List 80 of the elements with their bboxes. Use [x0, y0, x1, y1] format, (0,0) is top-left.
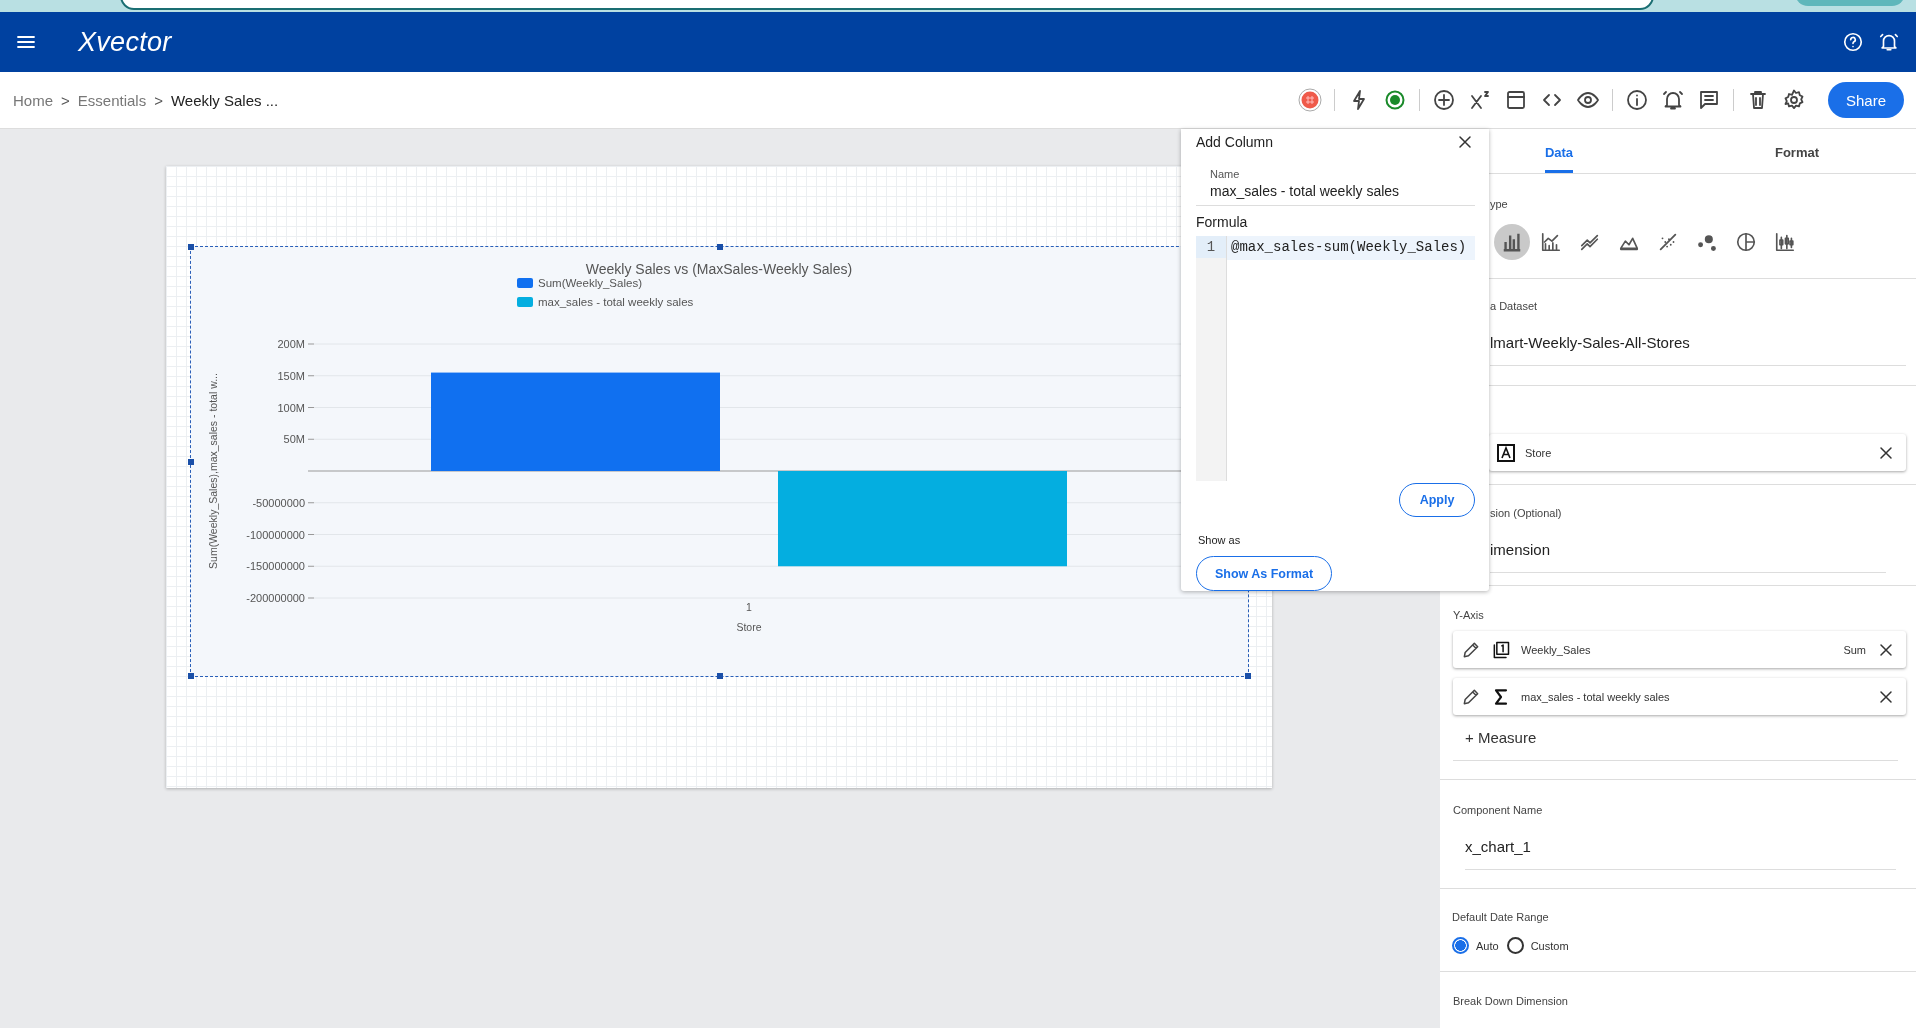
- tick-label: -50000000: [252, 496, 305, 509]
- comment-icon[interactable]: [1697, 88, 1721, 112]
- status-icon[interactable]: [1383, 88, 1407, 112]
- bar-chart-icon: [1501, 231, 1523, 253]
- breadcrumb-separator: >: [61, 91, 70, 109]
- legend-label[interactable]: max_sales - total weekly sales: [538, 296, 694, 308]
- text-type-icon: [1497, 443, 1515, 462]
- resize-handle[interactable]: [188, 458, 194, 465]
- formula-label: Formula: [1196, 214, 1249, 230]
- tick-label: -150000000: [246, 560, 305, 573]
- legend-swatch: [517, 297, 533, 307]
- legend-swatch: [517, 278, 533, 288]
- measure-chip[interactable]: max_sales - total weekly sales: [1453, 678, 1906, 715]
- add-icon[interactable]: [1432, 88, 1456, 112]
- section-label: sion (Optional): [1490, 507, 1563, 519]
- section-label: ype: [1490, 198, 1509, 210]
- scatter-chart-icon: [1657, 231, 1679, 253]
- resize-handle[interactable]: [716, 244, 723, 250]
- resize-handle[interactable]: [188, 244, 194, 250]
- tick-label: -100000000: [246, 528, 305, 541]
- x-tick-label: 1: [746, 601, 752, 613]
- section-label: Default Date Range: [1452, 911, 1550, 923]
- section-label: Y-Axis: [1453, 609, 1485, 621]
- info-icon[interactable]: [1625, 88, 1649, 112]
- legend-label[interactable]: Sum(Weekly_Sales): [538, 277, 642, 289]
- radio-button[interactable]: [1506, 937, 1524, 954]
- radio-button[interactable]: [1452, 937, 1469, 954]
- field-label: Name: [1210, 168, 1241, 180]
- section-label: Break Down Dimension: [1453, 995, 1569, 1007]
- breadcrumb-link[interactable]: Weekly Sales ...: [170, 91, 279, 109]
- dimension-field[interactable]: imension: [1490, 541, 1886, 573]
- app-logo[interactable]: Xvector: [78, 26, 172, 58]
- settings-icon[interactable]: [1782, 88, 1806, 112]
- breadcrumb-link[interactable]: Essentials: [77, 91, 147, 109]
- dialog-title: Add Column: [1196, 134, 1274, 150]
- resize-handle[interactable]: [716, 673, 723, 679]
- window-icon[interactable]: [1504, 88, 1528, 112]
- chart-type-button[interactable]: [1494, 224, 1530, 260]
- share-button[interactable]: Share: [1828, 82, 1904, 118]
- breadcrumb-separator: >: [154, 91, 163, 109]
- tick-label: 200M: [277, 338, 305, 350]
- radio-label[interactable]: Custom: [1530, 939, 1569, 952]
- superscript-icon[interactable]: [1468, 88, 1492, 112]
- measure-name: Weekly_Sales: [1521, 643, 1591, 656]
- field-value: max_sales - total weekly sales: [1210, 183, 1401, 199]
- line-number: 1: [1196, 236, 1226, 258]
- tick-label: 50M: [283, 433, 305, 446]
- component-name-field[interactable]: x_chart_1: [1465, 838, 1896, 870]
- tick-label: 100M: [277, 401, 305, 414]
- x-axis-title: Store: [736, 621, 762, 633]
- show-as-label: Show as: [1198, 534, 1242, 547]
- apply-button[interactable]: Apply: [1399, 482, 1475, 518]
- candlestick-chart-icon: [1774, 231, 1796, 253]
- name-field[interactable]: Name max_sales - total weekly sales: [1196, 152, 1475, 206]
- combo-chart-icon: [1540, 231, 1562, 253]
- count-icon[interactable]: [1491, 639, 1511, 660]
- resize-handle[interactable]: [1245, 673, 1251, 679]
- dimension-name: Store: [1525, 446, 1552, 459]
- record-icon[interactable]: [1298, 88, 1322, 112]
- add-measure-button[interactable]: + Measure: [1465, 729, 1537, 746]
- measure-name: max_sales - total weekly sales: [1521, 690, 1670, 703]
- radio-label[interactable]: Auto: [1476, 939, 1499, 952]
- show-as-format-button[interactable]: Show As Format: [1196, 556, 1332, 591]
- chart-title: Weekly Sales vs (MaxSales-Weekly Sales): [585, 261, 853, 277]
- y-axis-title: Sum(Weekly_Sales),max_sales - total w...: [207, 373, 219, 569]
- dataset-field[interactable]: lmart-Weekly-Sales-All-Stores: [1490, 334, 1906, 366]
- tick-label: -200000000: [246, 592, 305, 604]
- measure-chip[interactable]: Weekly_Sales Sum: [1453, 631, 1906, 668]
- aggregation-label[interactable]: Sum: [1843, 643, 1866, 656]
- dimension-chip[interactable]: Store: [1489, 434, 1906, 471]
- alarm-bell-icon[interactable]: [1661, 88, 1685, 112]
- tick-label: 150M: [277, 369, 305, 382]
- breadcrumb-link[interactable]: Home: [13, 91, 53, 109]
- pie-chart-icon: [1735, 231, 1757, 253]
- alarm-bell-icon[interactable]: [1878, 31, 1900, 53]
- help-icon[interactable]: [1842, 31, 1864, 53]
- resize-handle[interactable]: [188, 673, 194, 679]
- section-label: Component Name: [1453, 804, 1544, 816]
- section-label: a Dataset: [1490, 300, 1539, 312]
- panel-tab[interactable]: Format: [1678, 129, 1916, 173]
